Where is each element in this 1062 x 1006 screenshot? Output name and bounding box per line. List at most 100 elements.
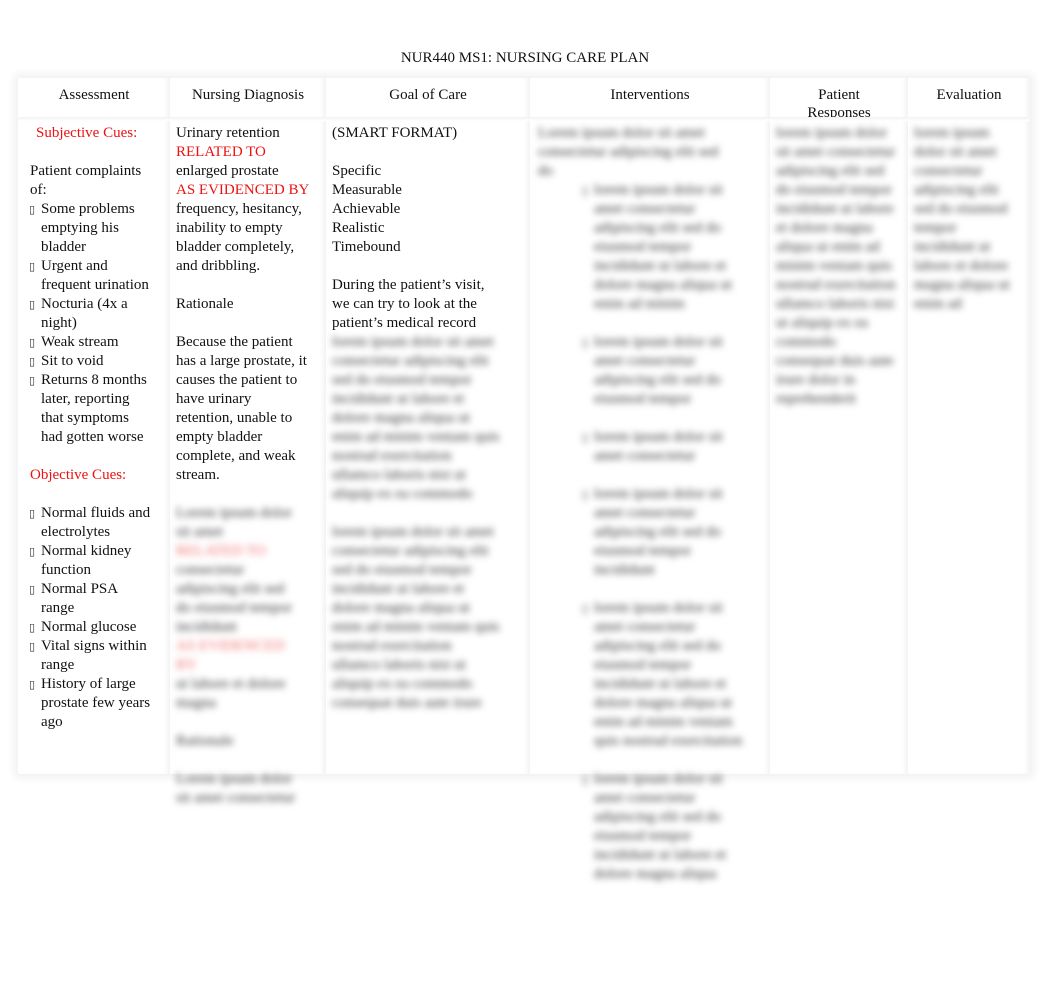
intervention-text: lorem ipsum dolor sit amet consectetur [594, 429, 723, 464]
intervention-item: ▯ lorem ipsum dolor sit amet consectetur … [582, 181, 743, 314]
diagnosis-cell: Urinary retention RELATED TO enlarged pr… [176, 124, 322, 808]
objective-cue-text: Vital signs within range [41, 638, 147, 673]
interventions-column: Interventions Lorem ipsum dolor sit amet… [530, 78, 770, 882]
blurred-text: lorem ipsum dolor sit amet consectetur a… [332, 524, 500, 711]
bullet-icon: ▯ [29, 336, 36, 349]
smart-format-label: (SMART FORMAT) [332, 125, 458, 141]
bullet-icon: ▯ [29, 678, 36, 691]
smart-criterion: Timebound [332, 239, 401, 255]
evidenced-by-label: AS EVIDENCED BY [176, 182, 310, 198]
bullet-icon: ▯ [582, 773, 589, 786]
bullet-icon: ▯ [29, 355, 36, 368]
objective-cue-item: ▯ History of large prostate few years ago [29, 675, 152, 732]
intervention-text: lorem ipsum dolor sit amet consectetur a… [594, 771, 727, 882]
bullet-icon: ▯ [29, 298, 36, 311]
care-plan-table: Assessment Subjective Cues: Patient comp… [18, 78, 1030, 882]
blurred-text: Lorem ipsum dolor sit amet consectetur a… [538, 125, 719, 179]
bullet-icon: ▯ [29, 621, 36, 634]
intervention-text: lorem ipsum dolor sit amet consectetur a… [594, 182, 732, 312]
objective-cue-text: Normal fluids and electrolytes [41, 505, 151, 540]
bullet-icon: ▯ [582, 336, 589, 349]
objective-cue-text: Normal kidney function [41, 543, 132, 578]
header-divider [770, 117, 908, 121]
goal-cell: (SMART FORMAT) Specific Measurable Achieva… [332, 124, 526, 713]
interventions-cell: Lorem ipsum dolor sit amet consectetur a… [538, 124, 766, 903]
interventions-list: ▯ lorem ipsum dolor sit amet consectetur … [582, 181, 743, 884]
header-divider [18, 117, 170, 121]
header-divider [530, 117, 770, 121]
bullet-icon: ▯ [29, 507, 36, 520]
header-divider [326, 117, 530, 121]
subjective-cue-item: ▯ Sit to void [29, 352, 152, 371]
objective-cue-text: History of large prostate few years ago [41, 676, 151, 730]
assessment-column: Assessment Subjective Cues: Patient comp… [18, 78, 170, 774]
subjective-cue-item: ▯ Nocturia (4x a night) [29, 295, 152, 333]
blurred-text: Lorem ipsum dolor sit amet consectetur [176, 771, 296, 806]
intervention-text: lorem ipsum dolor sit amet consectetur a… [594, 600, 743, 749]
bullet-icon: ▯ [582, 431, 589, 444]
diagnosis-column: Nursing Diagnosis Urinary retention RELA… [170, 78, 326, 806]
subjective-cue-text: Some problems emptying his bladder [41, 201, 135, 255]
evaluation-column: Evaluation lorem ipsum dolor sit amet co… [908, 78, 1030, 774]
blurred-text: Lorem ipsum dolor sit amet [176, 505, 292, 540]
intervention-text: lorem ipsum dolor sit amet consectetur a… [594, 486, 723, 578]
objective-cue-item: ▯ Normal glucose [29, 618, 152, 637]
header-goal-of-care: Goal of Care [389, 87, 467, 103]
objective-cues-list: ▯ Normal fluids and electrolytes ▯ Normal k… [29, 504, 152, 732]
blurred-text: ut labore et dolore magna [176, 676, 286, 711]
related-to-label: RELATED TO [176, 144, 266, 160]
diagnosis-etiology: enlarged prostate [176, 163, 279, 179]
header-divider [908, 117, 1030, 121]
blurred-text: lorem ipsum dolor sit amet consectetur a… [332, 334, 500, 502]
intervention-text: lorem ipsum dolor sit amet consectetur a… [594, 334, 723, 407]
subjective-cue-item: ▯ Some problems emptying his bladder [29, 200, 152, 257]
subjective-cue-item: ▯ Urgent and frequent urination [29, 257, 152, 295]
subjective-cues-list: ▯ Some problems emptying his bladder ▯ Urge… [29, 200, 152, 447]
blurred-goal-text: lorem ipsum dolor sit amet consectetur a… [332, 333, 502, 713]
blurred-evaluation: lorem ipsum dolor sit amet consectetur a… [914, 125, 1010, 312]
bullet-icon: ▯ [29, 374, 36, 387]
blurred-responses: lorem ipsum dolor sit amet consectetur a… [776, 125, 896, 407]
diagnosis-symptoms: frequency, hesitancy, inability to empty… [176, 201, 302, 274]
goal-column: Goal of Care (SMART FORMAT) Specific Meas… [326, 78, 530, 774]
blurred-rationale-label: Rationale [176, 733, 234, 749]
objective-cue-text: Normal glucose [41, 619, 137, 635]
header-nursing-diagnosis: Nursing Diagnosis [191, 87, 305, 103]
intervention-item: ▯ lorem ipsum dolor sit amet consectetur … [582, 599, 743, 751]
goal-text: During the patient’s visit, we can try t… [332, 277, 485, 331]
smart-criteria-list: Specific Measurable Achievable Realistic Tim… [332, 162, 526, 257]
bullet-icon: ▯ [582, 184, 589, 197]
bullet-icon: ▯ [29, 640, 36, 653]
blurred-interventions: Lorem ipsum dolor sit amet consectetur a… [538, 124, 766, 884]
rationale-text: Because the patient has a large prostate… [176, 334, 307, 483]
header-divider [170, 117, 326, 121]
evaluation-cell: lorem ipsum dolor sit amet consectetur a… [914, 124, 1026, 314]
objective-cues-label: Objective Cues: [30, 467, 127, 483]
subjective-cues-label: Subjective Cues: [36, 125, 138, 141]
smart-criterion: Realistic [332, 220, 385, 236]
bullet-icon: ▯ [29, 203, 36, 216]
blurred-evidenced-by: AS EVIDENCED BY [176, 638, 285, 673]
bullet-icon: ▯ [29, 583, 36, 596]
header-evaluation: Evaluation [936, 87, 1002, 103]
subjective-cue-text: Urgent and frequent urination [41, 258, 149, 293]
objective-cue-item: ▯ Normal fluids and electrolytes [29, 504, 152, 542]
blurred-text: consectetur adipiscing elit sed do eiusm… [176, 562, 292, 635]
objective-cue-text: Normal PSA range [41, 581, 118, 616]
header-interventions: Interventions [610, 87, 690, 103]
bullet-icon: ▯ [29, 545, 36, 558]
intervention-item: ▯ lorem ipsum dolor sit amet consectetur … [582, 485, 743, 580]
diagnosis-problem: Urinary retention [176, 125, 280, 141]
smart-criterion: Achievable [332, 201, 401, 217]
subjective-cue-text: Weak stream [41, 334, 119, 350]
smart-criterion: Measurable [332, 182, 402, 198]
bullet-icon: ▯ [582, 488, 589, 501]
responses-column: Patient Responses lorem ipsum dolor sit … [770, 78, 908, 774]
document-title: NUR440 MS1: NURSING CARE PLAN [400, 50, 650, 66]
responses-cell: lorem ipsum dolor sit amet consectetur a… [776, 124, 904, 409]
header-assessment: Assessment [58, 87, 130, 103]
intervention-item: ▯ lorem ipsum dolor sit amet consectetur [582, 428, 743, 466]
subjective-cue-item: ▯ Returns 8 months later, reporting that … [29, 371, 152, 447]
intervention-item: ▯ lorem ipsum dolor sit amet consectetur … [582, 770, 743, 884]
rationale-label: Rationale [176, 296, 234, 312]
